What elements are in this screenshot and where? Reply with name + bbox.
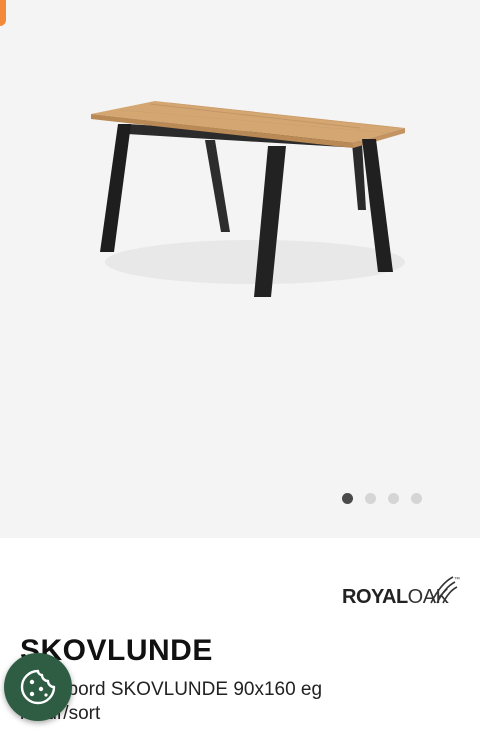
gallery-dot-4[interactable] — [411, 493, 422, 504]
gallery-dot-3[interactable] — [388, 493, 399, 504]
gallery-dot-1[interactable] — [342, 493, 353, 504]
side-tab[interactable] — [0, 0, 6, 26]
cookie-settings-button[interactable] — [4, 653, 72, 721]
gallery-dot-2[interactable] — [365, 493, 376, 504]
brand-royal-text: ROYAL — [342, 586, 408, 608]
brand-logo[interactable]: ROYAL OAK ™ — [342, 573, 460, 609]
brand-trademark: ™ — [454, 576, 460, 583]
cookie-icon — [20, 669, 56, 705]
product-image-table — [91, 101, 405, 297]
product-description: Spisebord SKOVLUNDE 90x160 eg natur/sort — [20, 679, 323, 724]
brand-arc-icon: ™ — [430, 576, 460, 604]
gallery-pagination — [342, 493, 422, 504]
product-image-gallery[interactable] — [0, 0, 480, 538]
